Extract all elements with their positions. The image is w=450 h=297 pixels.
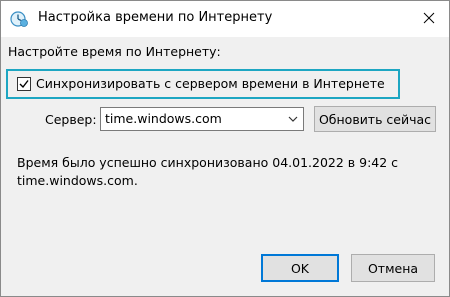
ok-button[interactable]: OK xyxy=(261,254,339,282)
cancel-button[interactable]: Отмена xyxy=(351,254,435,282)
close-icon xyxy=(423,12,435,27)
title-bar[interactable]: Настройка времени по Интернету xyxy=(1,1,449,37)
chevron-down-icon[interactable] xyxy=(287,113,299,125)
dialog-body: Настройте время по Интернету: Синхронизи… xyxy=(1,37,449,296)
checkmark-icon xyxy=(19,80,29,89)
sync-option-highlight[interactable]: Синхронизировать с сервером времени в Ин… xyxy=(6,69,400,99)
server-label: Сервер: xyxy=(45,112,97,127)
window-title: Настройка времени по Интернету xyxy=(38,10,273,25)
internet-time-settings-dialog: Настройка времени по Интернету Настройте… xyxy=(0,0,450,297)
server-value[interactable]: time.windows.com xyxy=(105,111,222,126)
sync-status-line-2: time.windows.com. xyxy=(17,173,138,188)
section-label: Настройте время по Интернету: xyxy=(8,44,221,59)
close-button[interactable] xyxy=(415,5,443,33)
sync-status-text: Время было успешно синхронизовано 04.01.… xyxy=(17,154,437,190)
sync-status-line-1: Время было успешно синхронизовано 04.01.… xyxy=(17,155,399,170)
update-now-button[interactable]: Обновить сейчас xyxy=(314,106,436,132)
clock-globe-icon xyxy=(10,10,28,28)
server-combobox[interactable]: time.windows.com xyxy=(100,107,304,131)
sync-checkbox-label[interactable]: Синхронизировать с сервером времени в Ин… xyxy=(36,76,385,91)
sync-checkbox[interactable] xyxy=(17,77,31,91)
